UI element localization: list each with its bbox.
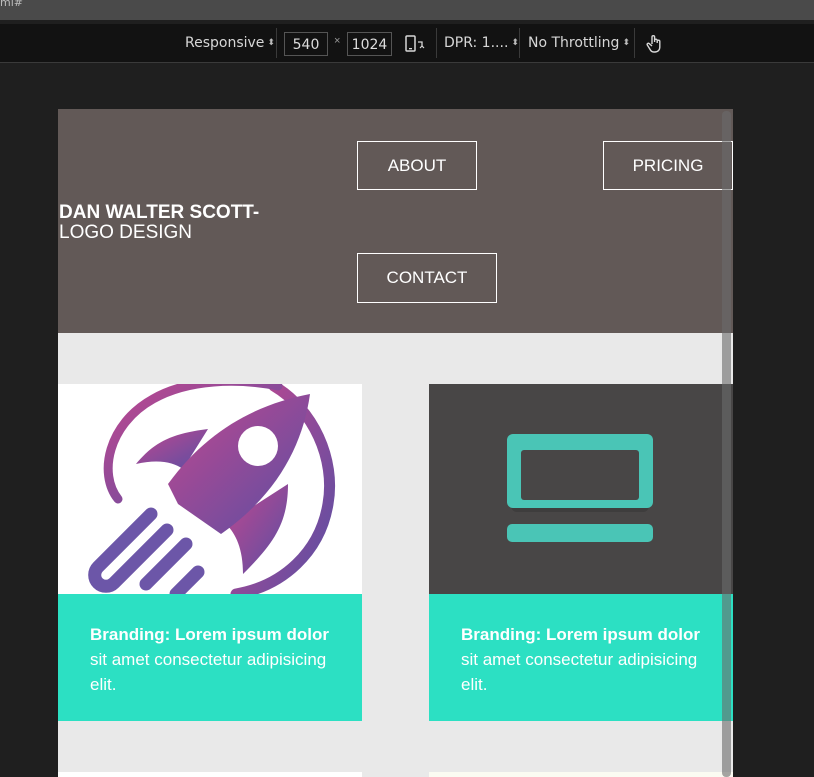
site-header: DAN WALTER SCOTT- LOGO DESIGN ABOUT PRIC…: [58, 109, 733, 333]
portfolio-card-partial[interactable]: [58, 772, 362, 777]
card-caption-text: sit amet consectetur adipisicing elit.: [90, 650, 327, 694]
divider: [519, 28, 520, 58]
height-input[interactable]: 1024: [347, 32, 392, 56]
logo-tagline: LOGO DESIGN: [59, 222, 193, 243]
updown-caret-icon: ⬍: [267, 38, 275, 48]
dpr-label: DPR: 1....: [444, 35, 509, 51]
rotate-device-icon[interactable]: [403, 33, 425, 55]
width-input[interactable]: 540: [284, 32, 328, 56]
card-caption-bold: Branding: Lorem ipsum dolor: [461, 625, 700, 644]
card-caption-text: sit amet consectetur adipisicing elit.: [461, 650, 698, 694]
viewport-scrollbar[interactable]: [722, 111, 731, 777]
responsive-viewport: DAN WALTER SCOTT- LOGO DESIGN ABOUT PRIC…: [58, 109, 733, 777]
divider: [634, 28, 635, 58]
dimension-separator: ×: [334, 35, 341, 47]
laptop-icon: [429, 384, 733, 594]
device-label: Responsive: [185, 35, 265, 51]
logo-name: DAN WALTER SCOTT-: [59, 202, 260, 223]
dpr-select[interactable]: DPR: 1.... ⬍: [444, 24, 519, 62]
nav-about-button[interactable]: ABOUT: [357, 141, 477, 190]
portfolio-card[interactable]: Branding: Lorem ipsum dolor sit amet con…: [58, 384, 362, 721]
card-caption-bold: Branding: Lorem ipsum dolor: [90, 625, 329, 644]
divider: [276, 28, 277, 58]
portfolio-card-partial[interactable]: [429, 772, 733, 777]
rocket-icon: [58, 384, 362, 594]
source-breadcrumb: ml#: [0, 0, 23, 9]
device-select[interactable]: Responsive ⬍: [185, 24, 275, 62]
browser-top-strip: ml#: [0, 0, 814, 20]
throttling-select[interactable]: No Throttling ⬍: [528, 24, 630, 62]
divider: [436, 28, 437, 58]
nav-contact-button[interactable]: CONTACT: [357, 253, 497, 303]
touch-hand-icon[interactable]: [644, 33, 666, 55]
throttling-label: No Throttling: [528, 35, 620, 51]
updown-caret-icon: ⬍: [622, 38, 630, 48]
card-caption: Branding: Lorem ipsum dolor sit amet con…: [58, 594, 362, 721]
device-toolbar: Responsive ⬍ 540 × 1024 DPR: 1.... ⬍ No Th…: [0, 24, 814, 63]
nav-pricing-button[interactable]: PRICING: [603, 141, 733, 190]
portfolio-card[interactable]: Branding: Lorem ipsum dolor sit amet con…: [429, 384, 733, 721]
site-logo[interactable]: DAN WALTER SCOTT- LOGO DESIGN: [59, 203, 319, 243]
card-caption: Branding: Lorem ipsum dolor sit amet con…: [429, 594, 733, 721]
updown-caret-icon: ⬍: [511, 38, 519, 48]
